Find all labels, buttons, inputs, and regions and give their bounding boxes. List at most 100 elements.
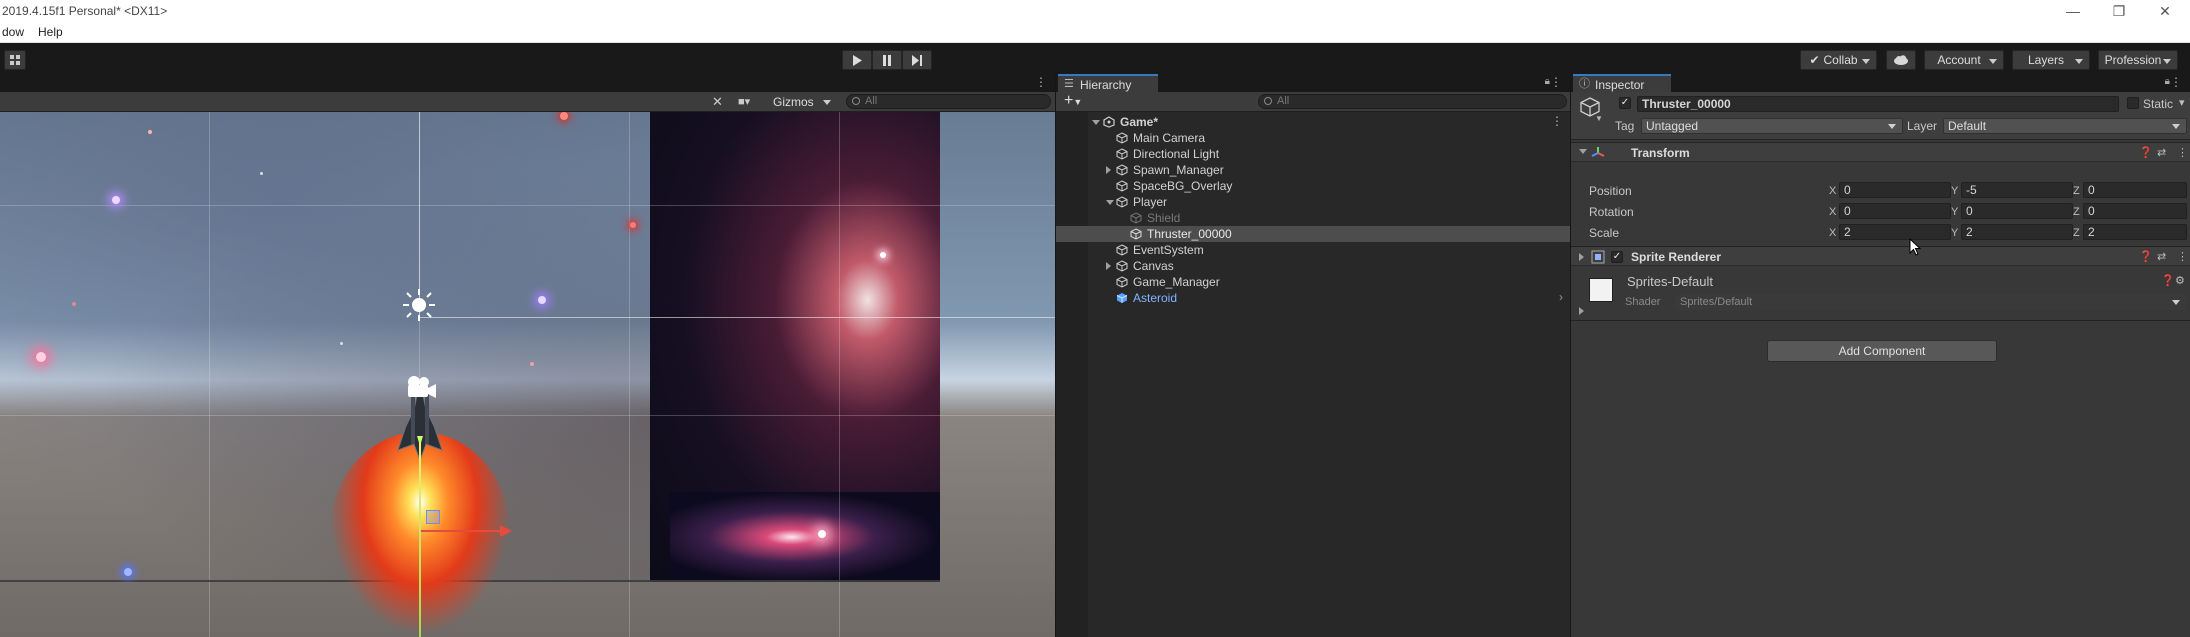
hierarchy-item[interactable]: Directional Light (1056, 146, 1571, 162)
tab-inspector[interactable]: ⓘ Inspector (1573, 74, 1671, 92)
sprite-renderer-enabled-checkbox[interactable]: ✓ (1611, 251, 1623, 263)
camera-gizmo-icon[interactable] (402, 374, 438, 400)
scale-z-field[interactable]: 2 (2083, 224, 2187, 240)
close-button[interactable]: ✕ (2142, 0, 2188, 22)
more-icon[interactable]: ⋮ (2177, 146, 2188, 159)
position-x-field[interactable]: 0 (1839, 182, 1951, 198)
restore-button[interactable]: ❐ (2096, 0, 2142, 22)
material-preview[interactable] (1589, 278, 1613, 302)
position-z-field[interactable]: 0 (2083, 182, 2187, 198)
hierarchy-item-selected[interactable]: Thruster_00000 (1056, 226, 1571, 242)
create-button[interactable]: +▼ (1064, 92, 1082, 111)
scene-toolbar: ✕ ■▾ Gizmos All (0, 92, 1055, 112)
active-checkbox[interactable]: ✓ (1619, 97, 1631, 109)
hierarchy-item[interactable]: Shield (1056, 210, 1571, 226)
axis-x-label: X (1829, 206, 1837, 218)
gizmos-dropdown[interactable]: Gizmos (768, 94, 838, 110)
more-icon[interactable]: ⋮ (2170, 75, 2182, 89)
add-component-button[interactable]: Add Component (1767, 340, 1997, 362)
hierarchy-search-input[interactable]: All (1258, 94, 1567, 109)
tag-dropdown[interactable]: Untagged (1641, 118, 1903, 134)
fold-arrow-icon[interactable] (1579, 149, 1587, 154)
hierarchy-item[interactable]: EventSystem (1056, 242, 1571, 258)
move-handle-x[interactable] (420, 530, 502, 532)
camera-dropdown-icon[interactable]: ■▾ (738, 95, 750, 108)
tools-settings-icon[interactable]: ✕ (712, 94, 723, 110)
sprite-renderer-header[interactable]: ✓ Sprite Renderer ❓ ⇄ ⋮ (1571, 246, 2190, 266)
rotation-x-field[interactable]: 0 (1839, 203, 1951, 219)
layers-dropdown[interactable]: Layers (2012, 50, 2090, 70)
hierarchy-item[interactable]: Main Camera (1056, 130, 1571, 146)
chevron-down-icon[interactable]: ▼ (1595, 114, 1603, 123)
fold-arrow-icon[interactable] (1106, 200, 1114, 205)
light-gizmo-icon[interactable] (402, 288, 436, 322)
transform-header[interactable]: Transform ❓ ⇄ ⋮ (1571, 142, 2190, 162)
star (818, 530, 826, 538)
preset-icon[interactable]: ⇄ (2157, 146, 2166, 159)
more-icon[interactable]: ⋮ (1551, 114, 1563, 128)
scene-viewport[interactable] (0, 112, 1055, 637)
hierarchy-item[interactable]: Spawn_Manager (1056, 162, 1571, 178)
collab-check-icon: ✔ (1809, 53, 1820, 67)
scene-search-input[interactable]: All (846, 94, 1051, 109)
hierarchy-item[interactable]: SpaceBG_Overlay (1056, 178, 1571, 194)
hierarchy-item[interactable]: Player (1056, 194, 1571, 210)
chevron-right-icon[interactable]: › (1559, 290, 1563, 304)
static-checkbox[interactable] (2127, 97, 2139, 109)
object-name-field[interactable]: Thruster_00000 (1637, 96, 2119, 112)
help-icon[interactable]: ❓ (2161, 274, 2175, 287)
hierarchy-item[interactable]: Canvas (1056, 258, 1571, 274)
fold-arrow-icon[interactable] (1106, 166, 1111, 174)
tools-icon[interactable] (4, 50, 26, 70)
rotation-z-field[interactable]: 0 (2083, 203, 2187, 219)
play-button[interactable] (842, 50, 872, 70)
transform-title: Transform (1631, 146, 1690, 160)
fold-arrow-icon[interactable] (1092, 120, 1100, 125)
gameobject-icon (1130, 228, 1142, 240)
pause-button[interactable] (872, 50, 902, 70)
move-handle-x-arrow[interactable] (500, 525, 512, 537)
scene-panel: ⋮ ✕ ■▾ Gizmos All (0, 74, 1055, 637)
layout-dropdown[interactable]: Profession (2098, 50, 2178, 70)
more-icon[interactable]: ⋮ (1035, 75, 1047, 89)
hierarchy-item-label: Spawn_Manager (1133, 163, 1224, 177)
scene-root-row[interactable]: Game* ⋮ (1056, 114, 1571, 130)
step-button[interactable] (902, 50, 932, 70)
hierarchy-item-prefab[interactable]: Asteroid › (1056, 290, 1571, 306)
cloud-button[interactable] (1886, 50, 1916, 70)
hierarchy-panel: ☰ Hierarchy 🔒︎ ⋮ +▼ All Game* ⋮ Main Cam… (1055, 74, 1571, 637)
tab-hierarchy[interactable]: ☰ Hierarchy (1058, 74, 1158, 92)
move-handle-y[interactable] (419, 442, 421, 637)
fold-arrow-icon[interactable] (1106, 262, 1111, 270)
scale-y-field[interactable]: 2 (1961, 224, 2073, 240)
star (630, 222, 636, 228)
axis-z-label: Z (2073, 206, 2080, 218)
position-y-field[interactable]: -5 (1961, 182, 2073, 198)
hierarchy-toolbar: +▼ All (1056, 92, 1570, 112)
preset-icon[interactable]: ⇄ (2157, 250, 2166, 263)
scale-x-field[interactable]: 2 (1839, 224, 1951, 240)
chevron-down-icon[interactable]: ▾ (2179, 96, 2185, 109)
menu-bar: dow Help (0, 22, 2190, 43)
layer-dropdown[interactable]: Default (1943, 118, 2187, 134)
hierarchy-item-label: Main Camera (1133, 131, 1206, 145)
shader-dropdown[interactable]: Sprites/Default (1675, 294, 2187, 310)
collab-dropdown[interactable]: ✔ Collab (1800, 50, 1877, 70)
help-icon[interactable]: ❓ (2139, 250, 2153, 263)
minimize-button[interactable]: — (2050, 0, 2096, 22)
gear-icon[interactable]: ⚙ (2175, 274, 2185, 287)
move-handle-plane[interactable] (426, 510, 440, 524)
fold-arrow-icon[interactable] (1579, 307, 1584, 315)
hierarchy-item[interactable]: Game_Manager (1056, 274, 1571, 290)
create-label: + (1064, 92, 1074, 109)
prefab-icon (1116, 293, 1128, 303)
fold-arrow-icon[interactable] (1579, 253, 1584, 261)
account-dropdown[interactable]: Account (1924, 50, 2004, 70)
menu-window[interactable]: dow (2, 25, 24, 39)
more-icon[interactable]: ⋮ (1550, 75, 1562, 89)
more-icon[interactable]: ⋮ (2177, 250, 2188, 263)
rotation-y-field[interactable]: 0 (1961, 203, 2073, 219)
help-icon[interactable]: ❓ (2139, 146, 2153, 159)
scene-name: Game* (1120, 115, 1159, 129)
menu-help[interactable]: Help (38, 25, 63, 39)
